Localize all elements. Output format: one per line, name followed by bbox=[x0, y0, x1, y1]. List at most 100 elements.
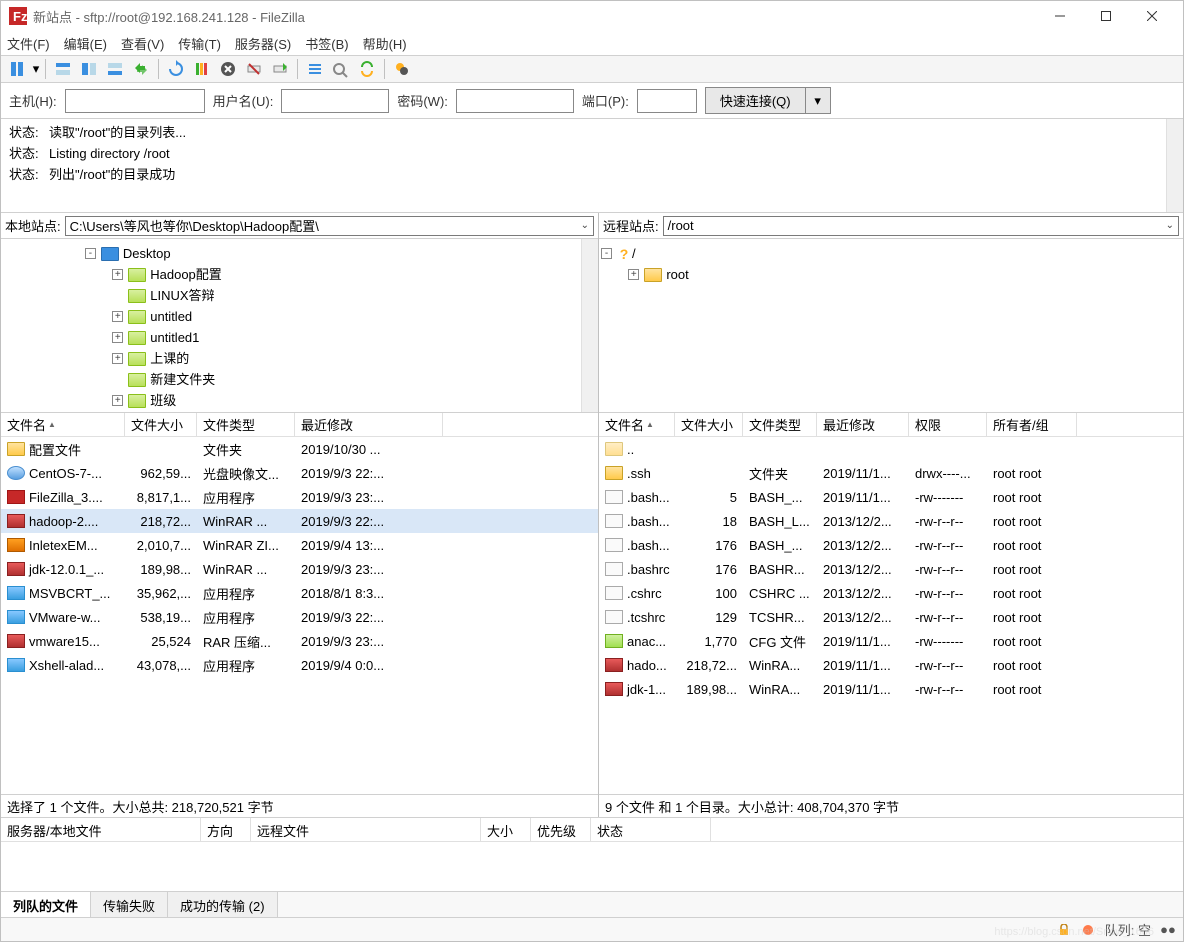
col-status[interactable]: 状态 bbox=[591, 818, 711, 841]
menu-server[interactable]: 服务器(S) bbox=[235, 34, 291, 53]
list-row[interactable]: anac... 1,770 CFG 文件 2019/11/1... -rw---… bbox=[599, 629, 1183, 653]
list-row[interactable]: CentOS-7-... 962,59... 光盘映像文... 2019/9/3… bbox=[1, 461, 598, 485]
list-row[interactable]: .bash... 5 BASH_... 2019/11/1... -rw----… bbox=[599, 485, 1183, 509]
remote-tree[interactable]: -?/ +root bbox=[599, 239, 1183, 413]
col-type[interactable]: 文件类型 bbox=[197, 413, 295, 436]
process-queue-icon[interactable] bbox=[190, 57, 214, 81]
tree-node[interactable]: +上课的 bbox=[3, 348, 596, 369]
menu-view[interactable]: 查看(V) bbox=[121, 34, 164, 53]
list-row[interactable]: VMware-w... 538,19... 应用程序 2019/9/3 22:.… bbox=[1, 605, 598, 629]
remote-path-input[interactable]: /root ⌄ bbox=[663, 216, 1179, 236]
list-row[interactable]: .bashrc 176 BASHR... 2013/12/2... -rw-r-… bbox=[599, 557, 1183, 581]
col-size[interactable]: 大小 bbox=[481, 818, 531, 841]
tab-failed[interactable]: 传输失败 bbox=[91, 892, 168, 917]
col-filename[interactable]: 文件名▲ bbox=[1, 413, 125, 436]
col-size[interactable]: 文件大小 bbox=[125, 413, 197, 436]
host-input[interactable] bbox=[65, 89, 205, 113]
search-icon[interactable] bbox=[390, 57, 414, 81]
tree-node[interactable]: +班级 bbox=[3, 390, 596, 411]
minimize-button[interactable] bbox=[1037, 1, 1083, 31]
compare-icon[interactable] bbox=[329, 57, 353, 81]
menu-help[interactable]: 帮助(H) bbox=[363, 34, 407, 53]
local-path-input[interactable]: C:\Users\等风也等你\Desktop\Hadoop配置\ ⌄ bbox=[65, 216, 594, 236]
toggle-tree-icon[interactable] bbox=[77, 57, 101, 81]
tree-toggle[interactable]: - bbox=[601, 248, 612, 259]
tree-toggle[interactable]: + bbox=[628, 269, 639, 280]
list-row[interactable]: .cshrc 100 CSHRC ... 2013/12/2... -rw-r-… bbox=[599, 581, 1183, 605]
col-owner[interactable]: 所有者/组 bbox=[987, 413, 1077, 436]
tab-success[interactable]: 成功的传输 (2) bbox=[168, 892, 278, 917]
menu-edit[interactable]: 编辑(E) bbox=[64, 34, 107, 53]
remote-list[interactable]: 文件名▲ 文件大小 文件类型 最近修改 权限 所有者/组 .. .ssh 文件夹… bbox=[599, 413, 1183, 795]
toggle-queue-icon[interactable] bbox=[103, 57, 127, 81]
scrollbar[interactable] bbox=[581, 239, 598, 412]
close-button[interactable] bbox=[1129, 1, 1175, 31]
tree-node[interactable]: +untitled bbox=[3, 306, 596, 327]
tree-toggle[interactable]: + bbox=[112, 269, 123, 280]
col-type[interactable]: 文件类型 bbox=[743, 413, 817, 436]
tree-node[interactable]: -Desktop bbox=[3, 243, 596, 264]
chevron-down-icon[interactable]: ⌄ bbox=[1166, 220, 1174, 231]
cancel-icon[interactable] bbox=[216, 57, 240, 81]
queue-body[interactable] bbox=[1, 842, 1183, 891]
disconnect-icon[interactable] bbox=[242, 57, 266, 81]
port-input[interactable] bbox=[637, 89, 697, 113]
tree-toggle[interactable]: - bbox=[85, 248, 96, 259]
list-row[interactable]: InletexEM... 2,010,7... WinRAR ZI... 201… bbox=[1, 533, 598, 557]
col-dir[interactable]: 方向 bbox=[201, 818, 251, 841]
col-prio[interactable]: 优先级 bbox=[531, 818, 591, 841]
list-row[interactable]: FileZilla_3.... 8,817,1... 应用程序 2019/9/3… bbox=[1, 485, 598, 509]
tree-node[interactable]: +untitled1 bbox=[3, 327, 596, 348]
col-server[interactable]: 服务器/本地文件 bbox=[1, 818, 201, 841]
tree-toggle[interactable]: + bbox=[112, 311, 123, 322]
col-date[interactable]: 最近修改 bbox=[295, 413, 443, 436]
sitemanager-icon[interactable] bbox=[6, 57, 30, 81]
list-row[interactable]: .bash... 176 BASH_... 2013/12/2... -rw-r… bbox=[599, 533, 1183, 557]
list-row[interactable]: .ssh 文件夹 2019/11/1... drwx----... root r… bbox=[599, 461, 1183, 485]
list-row[interactable]: Xshell-alad... 43,078,... 应用程序 2019/9/4 … bbox=[1, 653, 598, 677]
quickconnect-button[interactable]: 快速连接(Q) bbox=[706, 88, 806, 113]
user-input[interactable] bbox=[281, 89, 389, 113]
tree-node[interactable]: +Hadoop配置 bbox=[3, 264, 596, 285]
tree-toggle[interactable]: + bbox=[112, 395, 123, 406]
scrollbar[interactable] bbox=[1166, 119, 1183, 212]
col-date[interactable]: 最近修改 bbox=[817, 413, 909, 436]
col-filename[interactable]: 文件名▲ bbox=[599, 413, 675, 436]
tree-node[interactable]: LINUX答辩 bbox=[3, 285, 596, 306]
quickconnect-dropdown[interactable]: ▾ bbox=[806, 88, 830, 113]
tab-queued[interactable]: 列队的文件 bbox=[1, 892, 91, 917]
sync-icon[interactable] bbox=[355, 57, 379, 81]
menu-transfer[interactable]: 传输(T) bbox=[178, 34, 221, 53]
tree-toggle[interactable]: + bbox=[112, 332, 123, 343]
tree-node[interactable]: -?/ bbox=[601, 243, 1181, 264]
col-remote[interactable]: 远程文件 bbox=[251, 818, 481, 841]
local-tree[interactable]: -Desktop +Hadoop配置 LINUX答辩 +untitled +un… bbox=[1, 239, 598, 413]
tree-node[interactable]: +root bbox=[601, 264, 1181, 285]
list-row[interactable]: .bash... 18 BASH_L... 2013/12/2... -rw-r… bbox=[599, 509, 1183, 533]
col-size[interactable]: 文件大小 bbox=[675, 413, 743, 436]
list-row[interactable]: .. bbox=[599, 437, 1183, 461]
list-row[interactable]: jdk-1... 189,98... WinRA... 2019/11/1...… bbox=[599, 677, 1183, 701]
menu-file[interactable]: 文件(F) bbox=[7, 34, 50, 53]
col-perm[interactable]: 权限 bbox=[909, 413, 987, 436]
list-row[interactable]: hadoop-2.... 218,72... WinRAR ... 2019/9… bbox=[1, 509, 598, 533]
list-row[interactable]: MSVBCRT_... 35,962,... 应用程序 2018/8/1 8:3… bbox=[1, 581, 598, 605]
pass-input[interactable] bbox=[456, 89, 574, 113]
local-list[interactable]: 文件名▲ 文件大小 文件类型 最近修改 配置文件 文件夹 2019/10/30 … bbox=[1, 413, 598, 795]
list-row[interactable]: hado... 218,72... WinRA... 2019/11/1... … bbox=[599, 653, 1183, 677]
refresh-icon[interactable] bbox=[164, 57, 188, 81]
filter-icon[interactable] bbox=[303, 57, 327, 81]
chevron-down-icon[interactable]: ⌄ bbox=[581, 220, 589, 231]
toggle-log-icon[interactable] bbox=[51, 57, 75, 81]
list-row[interactable]: vmware15... 25,524 RAR 压缩... 2019/9/3 23… bbox=[1, 629, 598, 653]
list-row[interactable]: jdk-12.0.1_... 189,98... WinRAR ... 2019… bbox=[1, 557, 598, 581]
maximize-button[interactable] bbox=[1083, 1, 1129, 31]
list-row[interactable]: 配置文件 文件夹 2019/10/30 ... bbox=[1, 437, 598, 461]
tree-toggle[interactable]: + bbox=[112, 353, 123, 364]
menu-bookmarks[interactable]: 书签(B) bbox=[305, 34, 348, 53]
sitemanager-dropdown[interactable]: ▾ bbox=[31, 61, 41, 77]
reconnect-icon[interactable] bbox=[268, 57, 292, 81]
list-row[interactable]: .tcshrc 129 TCSHR... 2013/12/2... -rw-r-… bbox=[599, 605, 1183, 629]
tree-node[interactable]: 新建文件夹 bbox=[3, 369, 596, 390]
sync-browse-icon[interactable] bbox=[129, 57, 153, 81]
